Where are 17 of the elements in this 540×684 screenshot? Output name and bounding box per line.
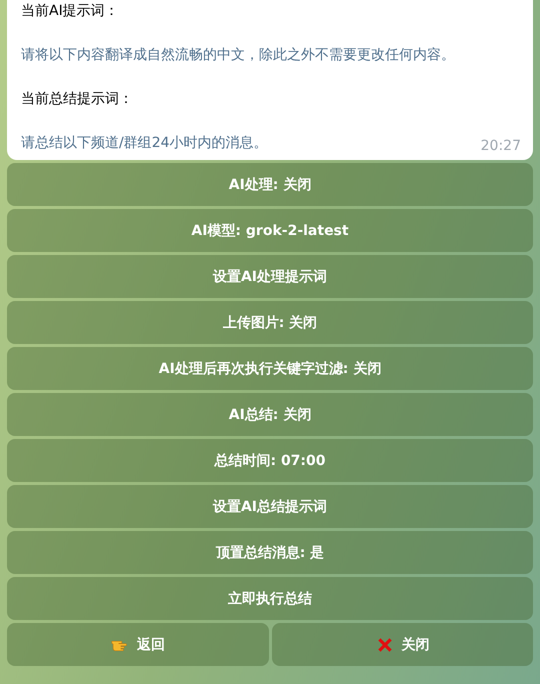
message-text: 当前总结提示词： (21, 90, 133, 109)
keyboard-button[interactable]: AI处理: 关闭 (7, 163, 533, 206)
message-text: 请总结以下频道/群组24小时内的消息。 (21, 134, 268, 153)
message-time: 20:27 (480, 138, 521, 154)
keyboard-button[interactable]: 顶置总结消息: 是 (7, 531, 533, 574)
keyboard-button[interactable]: 设置AI处理提示词 (7, 255, 533, 298)
keyboard-button[interactable]: 设置AI总结提示词 (7, 485, 533, 528)
keyboard-button[interactable]: AI处理后再次执行关键字过滤: 关闭 (7, 347, 533, 390)
keyboard-button[interactable]: AI总结: 关闭 (7, 393, 533, 436)
keyboard-button[interactable]: 返回 (7, 623, 268, 666)
keyboard-button[interactable]: 总结时间: 07:00 (7, 439, 533, 482)
keyboard-button[interactable]: 上传图片: 关闭 (7, 301, 533, 344)
keyboard-button[interactable]: 关闭 (272, 623, 533, 666)
keyboard-button[interactable]: 立即执行总结 (7, 577, 533, 620)
message-text: 请将以下内容翻译成自然流畅的中文，除此之外不需要更改任何内容。 (21, 46, 455, 65)
keyboard-button[interactable]: AI模型: grok-2-latest (7, 209, 533, 252)
message-text: 当前AI提示词： (21, 2, 119, 21)
